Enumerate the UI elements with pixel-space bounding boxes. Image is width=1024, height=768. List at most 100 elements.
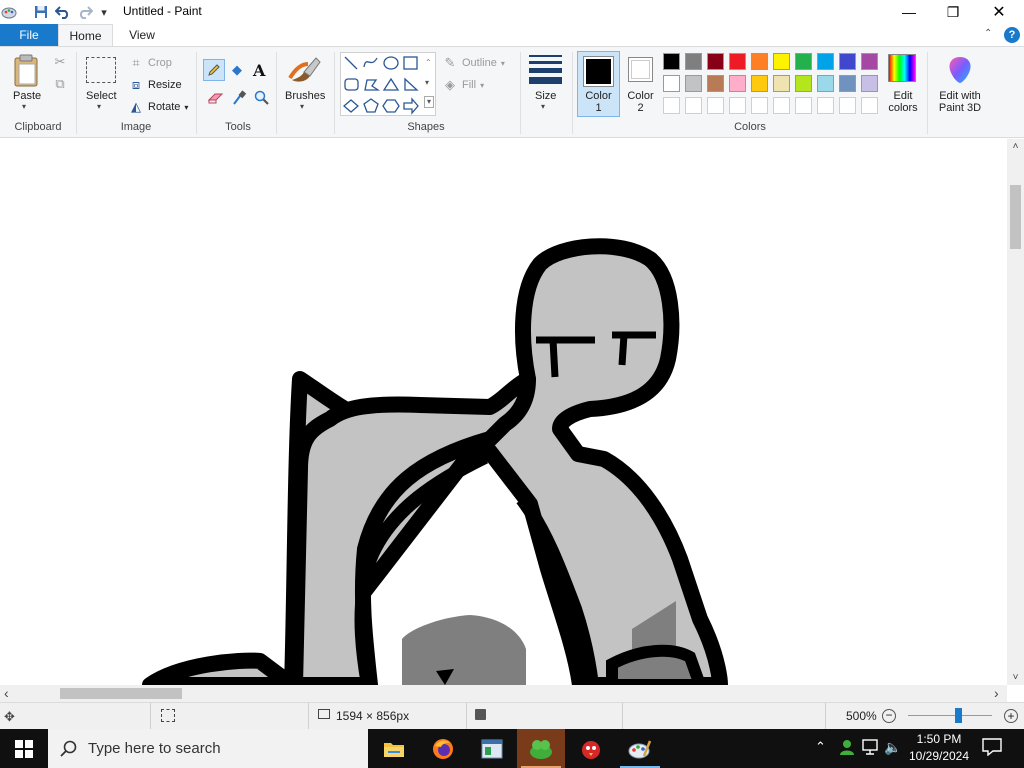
- brushes-icon[interactable]: [288, 54, 322, 86]
- resize-button[interactable]: ⧈ Resize: [128, 77, 182, 93]
- brushes-dropdown-arrow[interactable]: ▾: [300, 102, 304, 111]
- canvas-area[interactable]: [0, 139, 1007, 685]
- horizontal-scrollbar[interactable]: ‹ ›: [0, 685, 1007, 702]
- collapse-ribbon-icon[interactable]: ⌃: [984, 28, 992, 39]
- pentagon-shape-icon[interactable]: [363, 98, 379, 113]
- select-button[interactable]: Select: [86, 90, 117, 102]
- start-button[interactable]: [0, 729, 48, 768]
- right-arrow-shape-icon[interactable]: [403, 97, 419, 115]
- custom-color-slot[interactable]: [729, 97, 746, 114]
- curve-shape-icon[interactable]: [363, 57, 378, 68]
- palette-swatch[interactable]: [685, 53, 702, 70]
- undo-icon[interactable]: [54, 3, 72, 21]
- palette-swatch[interactable]: [663, 53, 680, 70]
- volume-icon[interactable]: 🔈: [884, 739, 901, 756]
- vertical-scrollbar[interactable]: ˄ ˅: [1007, 139, 1024, 685]
- zoom-slider-thumb[interactable]: [955, 708, 963, 723]
- palette-swatch[interactable]: [773, 53, 790, 70]
- line-shape-icon[interactable]: [344, 56, 358, 70]
- taskbar-search-box[interactable]: Type here to search: [48, 729, 368, 768]
- taskbar-paint[interactable]: [616, 729, 664, 768]
- tab-view[interactable]: View: [118, 24, 166, 46]
- palette-swatch[interactable]: [817, 75, 834, 92]
- drawing-canvas[interactable]: [0, 139, 1007, 685]
- text-tool-icon[interactable]: A: [253, 61, 265, 80]
- taskbar-game-app[interactable]: [517, 729, 565, 768]
- network-icon[interactable]: [862, 739, 880, 758]
- rotate-button[interactable]: ◭ Rotate ▾: [128, 99, 188, 115]
- custom-color-slot[interactable]: [663, 97, 680, 114]
- taskbar-firefox[interactable]: [419, 729, 467, 768]
- rectangle-shape-icon[interactable]: [403, 56, 418, 70]
- zoom-slider-track[interactable]: [908, 715, 992, 716]
- custom-color-slot[interactable]: [817, 97, 834, 114]
- palette-swatch[interactable]: [861, 53, 878, 70]
- magnifier-icon[interactable]: [254, 90, 270, 109]
- tab-home[interactable]: Home: [58, 24, 113, 47]
- custom-color-slot[interactable]: [839, 97, 856, 114]
- size-icon[interactable]: [529, 55, 562, 84]
- shapes-scroll-down[interactable]: ▾: [425, 78, 429, 87]
- notifications-icon[interactable]: [982, 738, 1002, 759]
- custom-color-slot[interactable]: [861, 97, 878, 114]
- taskbar-file-explorer[interactable]: [370, 729, 418, 768]
- paint3d-icon[interactable]: [946, 55, 974, 88]
- zoom-in-button[interactable]: +: [1004, 709, 1018, 723]
- paste-button[interactable]: Paste: [13, 90, 41, 102]
- edit-colors-button[interactable]: Edit colors: [886, 90, 920, 114]
- minimize-button[interactable]: —: [886, 0, 932, 24]
- redo-icon[interactable]: [76, 3, 94, 21]
- size-dropdown-arrow[interactable]: ▾: [541, 102, 545, 111]
- palette-swatch[interactable]: [839, 75, 856, 92]
- palette-swatch[interactable]: [817, 53, 834, 70]
- vertical-scroll-thumb[interactable]: [1010, 185, 1021, 249]
- scroll-down-arrow[interactable]: ˅: [1007, 672, 1024, 683]
- save-icon[interactable]: [32, 3, 50, 21]
- palette-swatch[interactable]: [773, 75, 790, 92]
- custom-color-slot[interactable]: [685, 97, 702, 114]
- pencil-tool-button[interactable]: [203, 59, 225, 81]
- palette-swatch[interactable]: [707, 75, 724, 92]
- edit-colors-icon[interactable]: [888, 54, 916, 82]
- shapes-scroll-up[interactable]: ⌃: [425, 58, 432, 67]
- palette-swatch[interactable]: [707, 53, 724, 70]
- tab-file[interactable]: File: [0, 24, 58, 46]
- palette-swatch[interactable]: [729, 75, 746, 92]
- scroll-left-arrow[interactable]: ‹: [4, 685, 9, 702]
- clock[interactable]: 1:50 PM 10/29/2024: [906, 731, 972, 765]
- select-icon[interactable]: [86, 57, 116, 83]
- show-hidden-icons-chevron[interactable]: ⌃: [815, 739, 826, 755]
- palette-swatch[interactable]: [795, 75, 812, 92]
- size-button[interactable]: Size: [535, 90, 556, 102]
- triangle-shape-icon[interactable]: [382, 77, 400, 91]
- palette-swatch[interactable]: [861, 75, 878, 92]
- paste-dropdown-arrow[interactable]: ▾: [22, 102, 26, 111]
- scroll-right-arrow[interactable]: ›: [994, 685, 999, 702]
- rounded-rectangle-shape-icon[interactable]: [344, 78, 359, 91]
- palette-swatch[interactable]: [751, 75, 768, 92]
- custom-color-slot[interactable]: [751, 97, 768, 114]
- palette-swatch[interactable]: [685, 75, 702, 92]
- outline-button[interactable]: ✎ Outline ▾: [442, 55, 505, 71]
- hexagon-shape-icon[interactable]: [382, 99, 400, 113]
- palette-swatch[interactable]: [751, 53, 768, 70]
- color2-button[interactable]: [628, 57, 653, 82]
- diamond-shape-icon[interactable]: [343, 99, 359, 113]
- oval-shape-icon[interactable]: [383, 56, 399, 70]
- edit-with-paint3d-button[interactable]: Edit with Paint 3D: [934, 90, 986, 114]
- customize-quick-access-dropdown[interactable]: ▾: [95, 3, 113, 21]
- custom-color-slot[interactable]: [707, 97, 724, 114]
- eraser-icon[interactable]: [207, 92, 224, 107]
- fill-button[interactable]: ◈ Fill ▾: [442, 77, 484, 93]
- palette-swatch[interactable]: [663, 75, 680, 92]
- zoom-out-button[interactable]: −: [882, 709, 896, 723]
- taskbar-app-window[interactable]: [468, 729, 516, 768]
- close-button[interactable]: ✕: [976, 0, 1022, 24]
- palette-swatch[interactable]: [729, 53, 746, 70]
- custom-color-slot[interactable]: [795, 97, 812, 114]
- palette-swatch[interactable]: [795, 53, 812, 70]
- maximize-button[interactable]: ❐: [930, 0, 976, 24]
- right-triangle-shape-icon[interactable]: [404, 77, 419, 91]
- color-picker-icon[interactable]: [232, 90, 247, 109]
- cut-icon[interactable]: ✂: [52, 54, 68, 70]
